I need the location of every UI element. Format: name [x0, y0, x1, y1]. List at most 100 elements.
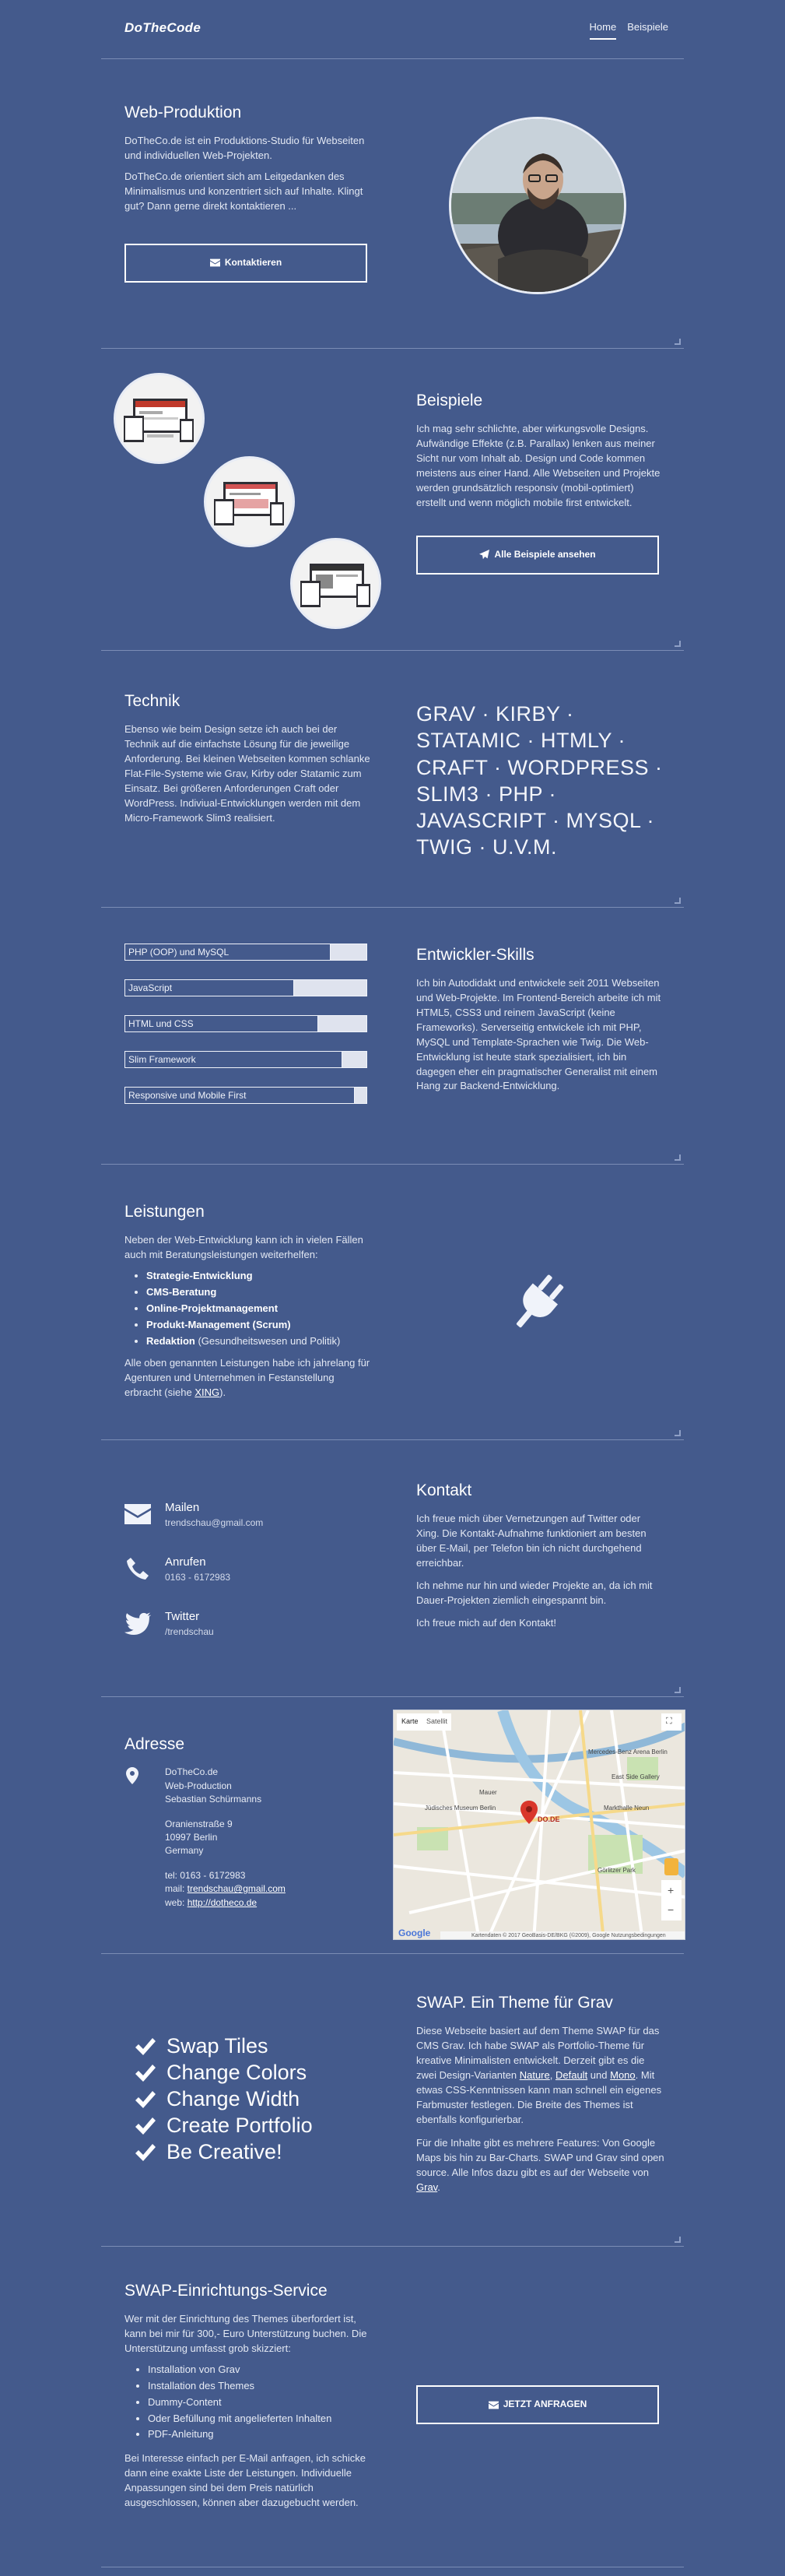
- service-p1: Wer mit der Einrichtung des Themes überf…: [124, 2313, 367, 2355]
- technik-stack-list: GRAV · KIRBY · STATAMIC · HTMLY · CRAFT …: [416, 702, 663, 859]
- addr-line: DoTheCo.de: [165, 1766, 219, 1778]
- brand-logo[interactable]: DoTheCode: [124, 19, 201, 38]
- main-nav: Home Beispiele: [589, 20, 668, 40]
- service-text: SWAP-Einrichtungs-Service Wer mit der Ei…: [124, 2279, 372, 2517]
- map-label: East Side Gallery: [612, 1773, 660, 1780]
- webprod-title: Web-Produktion: [124, 104, 242, 121]
- nature-link[interactable]: Nature: [520, 2069, 550, 2081]
- webprod-text: Web-Produktion DoTheCo.de ist ein Produk…: [124, 101, 370, 283]
- swap-feature-item: Swap Tiles: [135, 2033, 313, 2060]
- swap-title: SWAP. Ein Theme für Grav: [416, 1994, 613, 2012]
- map-tab-satellit[interactable]: Satellit: [426, 1717, 447, 1727]
- adresse-title: Adresse: [124, 1735, 185, 1753]
- skill-bar-label: Responsive und Mobile First: [128, 1090, 247, 1101]
- skills-text-body: Ich bin Autodidakt und entwickele seit 2…: [416, 977, 661, 1092]
- leistung-item-name: CMS-Beratung: [146, 1285, 217, 1298]
- phone-title: Anrufen: [165, 1555, 206, 1569]
- technik-title: Technik: [124, 692, 180, 710]
- devices-mockup-icon: [214, 482, 284, 525]
- kontakt-p3: Ich freue mich auf den Kontakt!: [416, 1616, 556, 1629]
- contact-button[interactable]: Kontaktieren: [124, 243, 367, 283]
- address-lines: DoTheCo.de Web-Production Sebastian Schü…: [165, 1766, 358, 1910]
- leistung-item-name: Online-Projektmanagement: [146, 1302, 279, 1314]
- section-kontakt: Mailen trendschau@gmail.com Anrufen 0163…: [101, 1440, 684, 1697]
- swap-text: SWAP. Ein Theme für Grav Diese Webseite …: [416, 1991, 665, 2202]
- leistung-item-note: (Gesundheitswesen und Politik): [194, 1334, 341, 1347]
- map-marker-icon: [126, 1767, 138, 1784]
- all-examples-button[interactable]: Alle Beispiele ansehen: [416, 535, 659, 575]
- swap-feature-item: Change Width: [135, 2086, 313, 2113]
- request-now-button[interactable]: JETZT ANFRAGEN: [416, 2385, 659, 2424]
- resize-corner-icon: [675, 1154, 681, 1161]
- section-service: SWAP-Einrichtungs-Service Wer mit der Ei…: [101, 2247, 684, 2567]
- section-adresse: Adresse DoTheCo.de Web-Production Sebast…: [101, 1697, 685, 1954]
- map-label: Markthalle Neun: [604, 1805, 650, 1812]
- resize-corner-icon: [675, 641, 681, 647]
- zoom-out-button[interactable]: −: [668, 1902, 674, 1917]
- leistung-item: CMS-Beratung: [146, 1285, 373, 1300]
- addr-web-link[interactable]: http://dotheco.de: [187, 1897, 257, 1908]
- addr-line: Sebastian Schürmanns: [165, 1794, 262, 1805]
- map-attribution[interactable]: Kartendaten © 2017 GeoBasis-DE/BKG (©200…: [471, 1932, 666, 1939]
- swap-feature-item: Create Portfolio: [135, 2113, 313, 2139]
- twitter-value[interactable]: /trendschau: [165, 1625, 214, 1639]
- section-swap: Swap Tiles Change Colors Change Width Creat…: [101, 1954, 684, 2247]
- leistung-item: Produkt-Management (Scrum): [146, 1318, 373, 1333]
- google-map[interactable]: Karte Satellit ⛶ + − DO.DE Mercedes-Benz…: [393, 1710, 685, 1940]
- grav-link[interactable]: Grav: [416, 2181, 437, 2193]
- leistung-item-name: Redaktion: [146, 1334, 195, 1347]
- mail-title: Mailen: [165, 1501, 200, 1514]
- devices-mockup-icon: [124, 399, 194, 442]
- swap-feature-label: Be Creative!: [166, 2140, 282, 2164]
- mono-link[interactable]: Mono: [610, 2069, 636, 2081]
- portrait-illustration: [451, 119, 624, 292]
- check-icon: [135, 2038, 156, 2055]
- leistung-item: Online-Projektmanagement: [146, 1302, 373, 1316]
- nav-home[interactable]: Home: [589, 20, 617, 40]
- skills-text: Entwickler-Skills Ich bin Autodidakt und…: [416, 944, 665, 1100]
- section-webproduktion: Web-Produktion DoTheCo.de ist ein Produk…: [101, 59, 684, 349]
- leistungen-text: Leistungen Neben der Web-Entwicklung kan…: [124, 1200, 373, 1407]
- zoom-in-button[interactable]: +: [668, 1882, 674, 1898]
- request-now-label: JETZT ANFRAGEN: [503, 2399, 587, 2410]
- kontakt-p1: Ich freue mich über Vernetzungen auf Twi…: [416, 1513, 647, 1569]
- plug-icon: [516, 1274, 564, 1328]
- technik-text: Technik Ebenso wie beim Design setze ich…: [124, 690, 372, 831]
- leistungen-title: Leistungen: [124, 1203, 205, 1221]
- xing-link[interactable]: XING: [194, 1386, 219, 1398]
- adresse-block: Adresse DoTheCo.de Web-Production Sebast…: [124, 1733, 358, 1910]
- check-icon: [135, 2091, 156, 2108]
- envelope-icon: [124, 1504, 151, 1524]
- skill-bar: PHP (OOP) und MySQL: [124, 944, 367, 961]
- mail-value[interactable]: trendschau@gmail.com: [165, 1516, 263, 1530]
- resize-corner-icon: [675, 1430, 681, 1436]
- addr-web-label: web:: [165, 1896, 187, 1908]
- google-logo: Google: [398, 1928, 431, 1938]
- phone-value[interactable]: 0163 - 6172983: [165, 1571, 230, 1584]
- service-item: Oder Befüllung mit angelieferten Inhalte…: [148, 2412, 372, 2427]
- example-thumb-1[interactable]: [114, 373, 205, 464]
- skill-bar-label: JavaScript: [128, 982, 173, 993]
- addr-street: Oranienstraße 9: [165, 1818, 233, 1829]
- resize-corner-icon: [675, 2237, 681, 2243]
- outro-end: ).: [219, 1386, 226, 1399]
- service-p2: Bei Interesse einfach per E-Mail anfrage…: [124, 2452, 366, 2508]
- example-thumb-2[interactable]: [204, 456, 295, 547]
- addr-city: 10997 Berlin: [165, 1832, 218, 1843]
- skill-bar: JavaScript: [124, 979, 367, 996]
- swap-p1-sep: ,: [549, 2068, 555, 2081]
- skill-bar-label: PHP (OOP) und MySQL: [128, 947, 230, 958]
- nav-beispiele[interactable]: Beispiele: [627, 20, 668, 40]
- addr-mail-link[interactable]: trendschau@gmail.com: [187, 1883, 286, 1894]
- map-tab-karte[interactable]: Karte: [401, 1717, 419, 1727]
- addr-mail: mail: trendschau@gmail.com: [165, 1882, 358, 1896]
- swap-p2-text: Für die Inhalte gibt es mehrere Features…: [416, 2137, 664, 2179]
- service-item: Installation von Grav: [148, 2363, 372, 2377]
- example-thumb-3[interactable]: [290, 538, 381, 629]
- default-link[interactable]: Default: [555, 2069, 587, 2081]
- site-header: DoTheCode Home Beispiele: [101, 0, 684, 59]
- swap-feature-list: Swap Tiles Change Colors Change Width Creat…: [135, 2033, 313, 2166]
- fullscreen-icon[interactable]: ⛶: [666, 1716, 672, 1728]
- kontakt-p2: Ich nehme nur hin und wieder Projekte an…: [416, 1579, 653, 1606]
- kontakt-text: Kontakt Ich freue mich über Vernetzungen…: [416, 1479, 665, 1636]
